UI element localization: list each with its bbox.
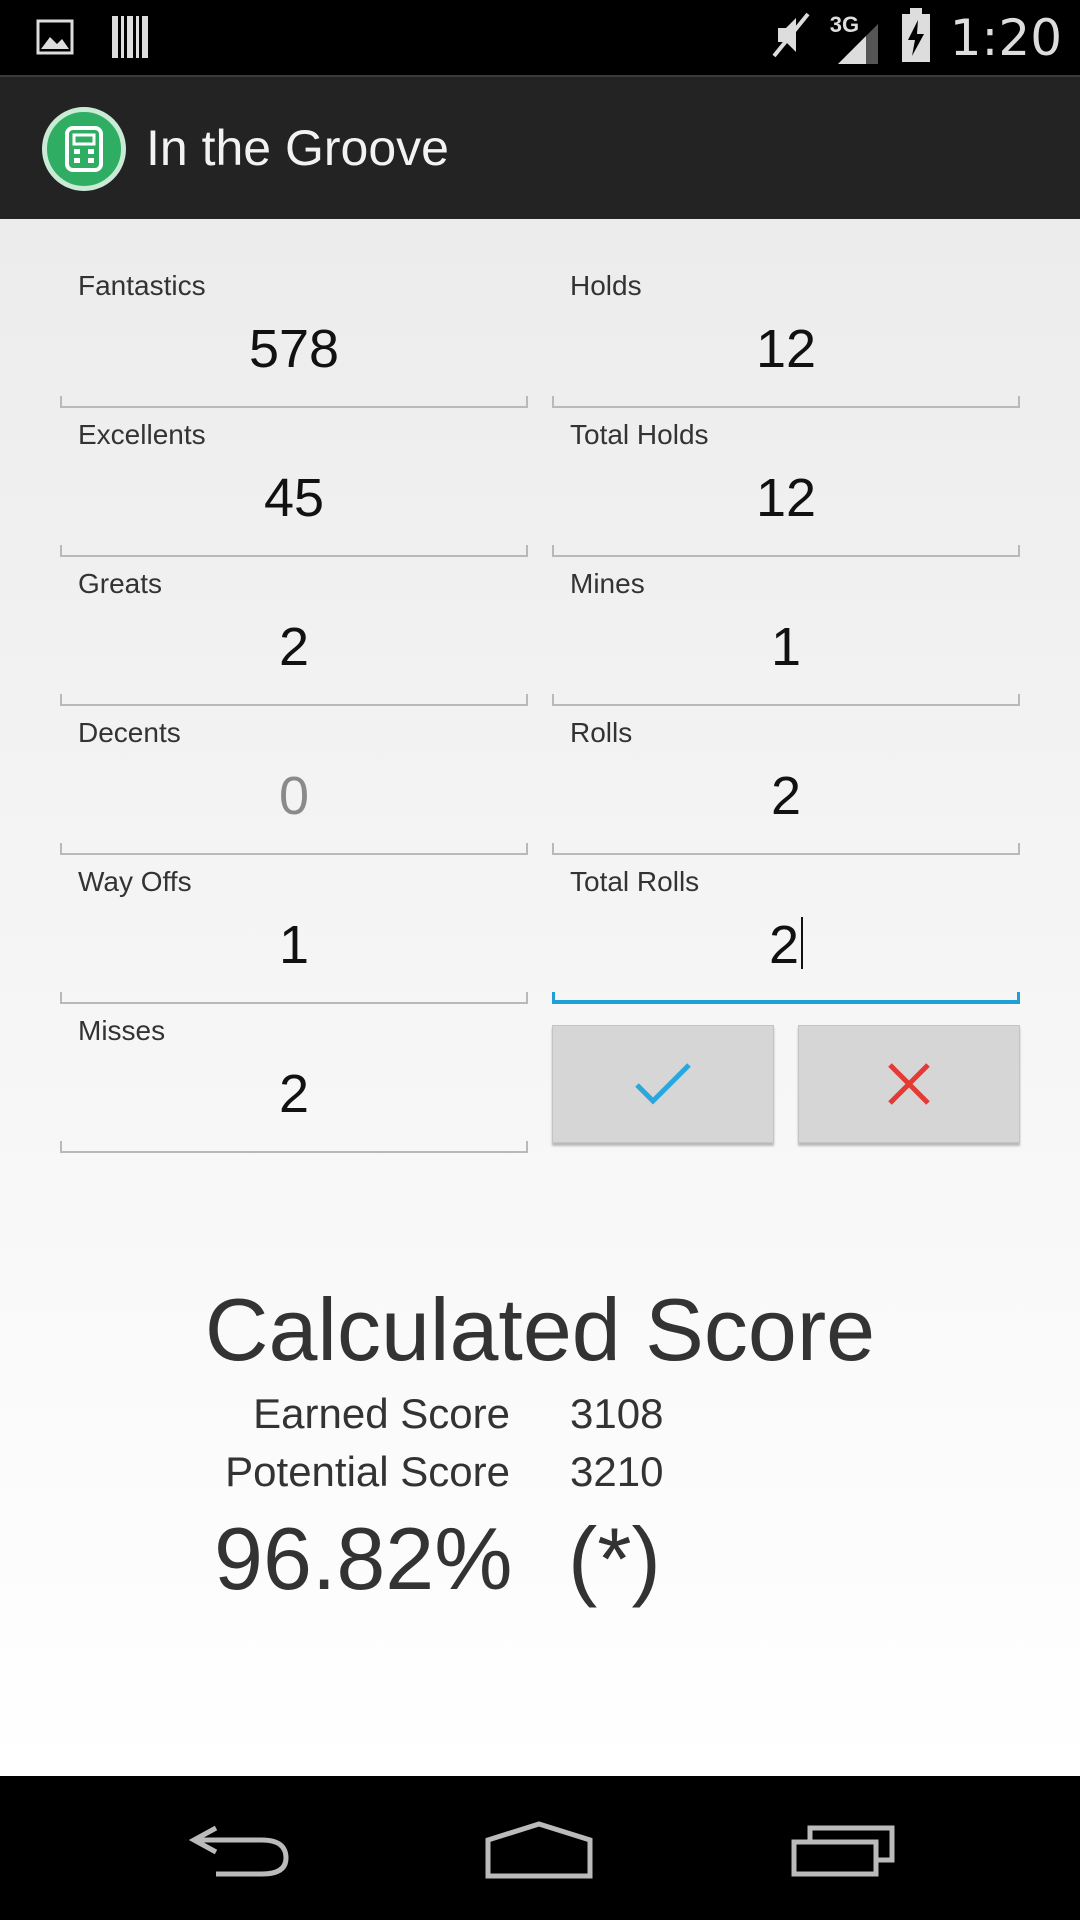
- status-bar: 3G 1:20: [0, 0, 1080, 75]
- total-rolls-value: 2: [768, 915, 800, 975]
- fantastics-field[interactable]: Fantastics 578: [60, 270, 528, 408]
- app-title: In the Groove: [146, 120, 449, 176]
- total-rolls-input[interactable]: 2: [552, 914, 1020, 976]
- total-rolls-label: Total Rolls: [570, 866, 700, 897]
- calculator-icon[interactable]: [42, 107, 126, 191]
- decents-label: Decents: [78, 717, 181, 748]
- main-content: Fantastics 578 Excellents 45 Greats 2 De…: [0, 219, 1080, 1776]
- misses-field[interactable]: Misses 2: [60, 1015, 528, 1153]
- fantastics-input[interactable]: 578: [60, 318, 528, 380]
- image-icon: [36, 19, 74, 60]
- mines-label: Mines: [570, 568, 645, 599]
- mines-field[interactable]: Mines 1: [552, 568, 1020, 706]
- rolls-label: Rolls: [570, 717, 633, 748]
- rolls-input[interactable]: 2: [552, 765, 1020, 827]
- rolls-field[interactable]: Rolls 2: [552, 717, 1020, 855]
- mines-input[interactable]: 1: [552, 616, 1020, 678]
- decents-field[interactable]: Decents 0: [60, 717, 528, 855]
- check-icon: [635, 1063, 691, 1105]
- misses-input[interactable]: 2: [60, 1063, 528, 1125]
- total-holds-field[interactable]: Total Holds 12: [552, 419, 1020, 557]
- earned-score-value: 3108: [570, 1390, 664, 1437]
- navigation-bar: [0, 1776, 1080, 1920]
- excellents-underline: [60, 545, 528, 557]
- excellents-label: Excellents: [78, 419, 206, 450]
- mute-icon: [768, 10, 812, 65]
- potential-score-value: 3210: [570, 1448, 664, 1495]
- text-cursor: [801, 917, 804, 969]
- holds-field[interactable]: Holds 12: [552, 270, 1020, 408]
- way-offs-label: Way Offs: [78, 866, 192, 897]
- home-icon[interactable]: [484, 1820, 594, 1885]
- confirm-button[interactable]: [552, 1025, 774, 1143]
- recents-icon[interactable]: [790, 1822, 896, 1883]
- status-time: 1:20: [949, 8, 1062, 67]
- greats-label: Greats: [78, 568, 163, 599]
- holds-input[interactable]: 12: [552, 318, 1020, 380]
- score-title: Calculated Score: [204, 1280, 876, 1379]
- mines-underline: [552, 694, 1020, 706]
- action-bar: In the Groove: [0, 75, 1080, 219]
- potential-score-label: Potential Score: [225, 1448, 510, 1495]
- holds-label: Holds: [570, 270, 642, 301]
- fantastics-label: Fantastics: [78, 270, 206, 301]
- total-holds-input[interactable]: 12: [552, 467, 1020, 529]
- holds-underline: [552, 396, 1020, 408]
- total-rolls-underline: [552, 992, 1020, 1004]
- greats-underline: [60, 694, 528, 706]
- cancel-button[interactable]: [798, 1025, 1020, 1143]
- score-percent: 96.82%: [214, 1509, 513, 1608]
- greats-input[interactable]: 2: [60, 616, 528, 678]
- greats-field[interactable]: Greats 2: [60, 568, 528, 706]
- total-rolls-field[interactable]: Total Rolls 2: [552, 866, 1020, 1004]
- score-note: (*): [568, 1509, 661, 1608]
- barcode-icon: [110, 14, 150, 65]
- battery-charging-icon: [900, 6, 932, 69]
- way-offs-underline: [60, 992, 528, 1004]
- earned-score-label: Earned Score: [253, 1390, 510, 1437]
- fantastics-underline: [60, 396, 528, 408]
- misses-label: Misses: [78, 1015, 166, 1046]
- decents-input[interactable]: 0: [60, 765, 528, 827]
- way-offs-field[interactable]: Way Offs 1: [60, 866, 528, 1004]
- misses-underline: [60, 1141, 528, 1153]
- total-holds-label: Total Holds: [570, 419, 709, 450]
- excellents-field[interactable]: Excellents 45: [60, 419, 528, 557]
- excellents-input[interactable]: 45: [60, 467, 528, 529]
- rolls-underline: [552, 843, 1020, 855]
- close-icon: [888, 1063, 930, 1105]
- total-holds-underline: [552, 545, 1020, 557]
- signal-icon: 3G: [830, 8, 882, 68]
- back-icon[interactable]: [186, 1822, 290, 1883]
- way-offs-input[interactable]: 1: [60, 914, 528, 976]
- decents-underline: [60, 843, 528, 855]
